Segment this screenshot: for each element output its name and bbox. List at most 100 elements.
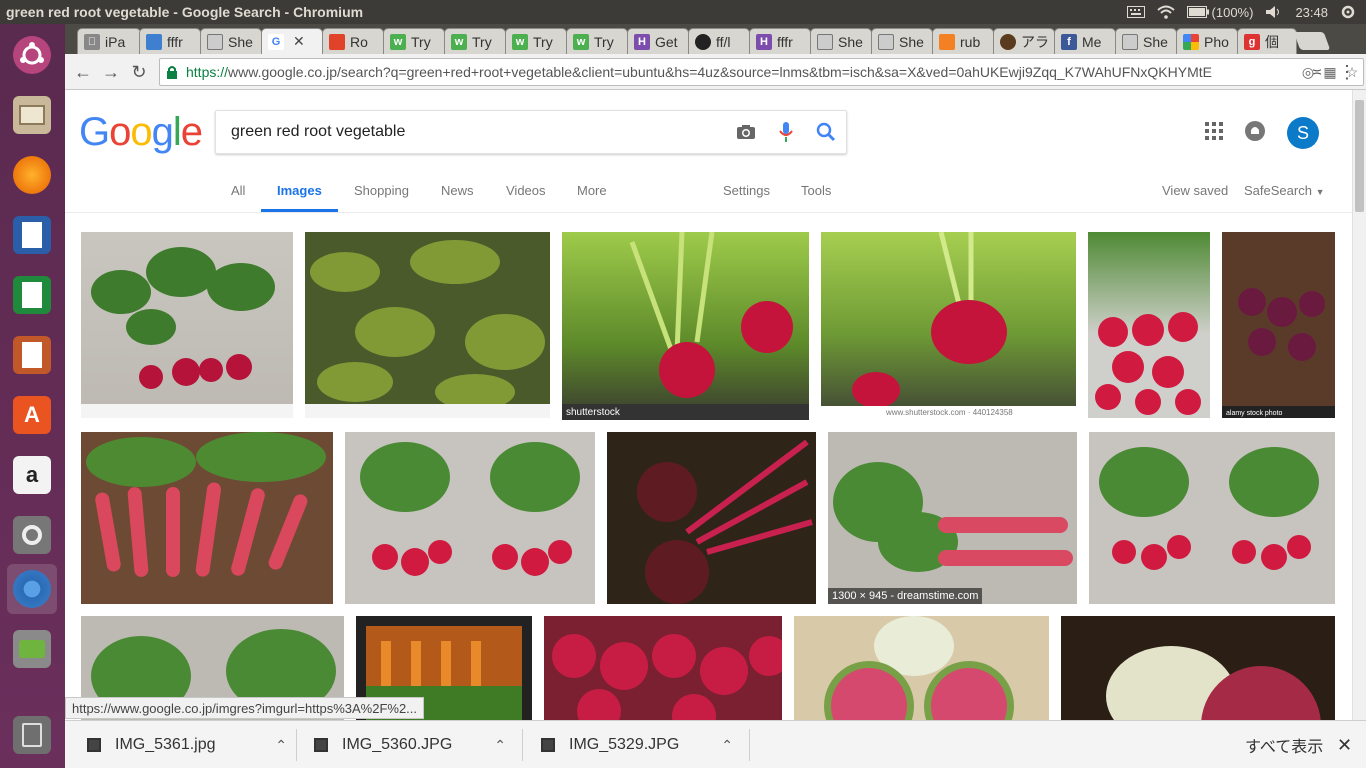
chevron-up-icon[interactable]: ⌃ <box>494 737 506 754</box>
g-icon: g <box>1244 33 1260 50</box>
writer-icon[interactable] <box>7 210 57 260</box>
tab[interactable]: g個 <box>1237 28 1297 54</box>
tab[interactable]: She <box>810 28 872 54</box>
tab[interactable]: Hfffr <box>749 28 811 54</box>
image-result[interactable] <box>794 616 1049 720</box>
reload-button[interactable]: ↻ <box>127 60 151 84</box>
impress-icon[interactable] <box>7 330 57 380</box>
system-settings-icon[interactable] <box>7 510 57 560</box>
safesearch-dropdown[interactable]: SafeSearch ▼ <box>1244 182 1324 212</box>
tab-active[interactable]: G ✕ <box>261 28 323 54</box>
tab-settings[interactable]: Settings <box>723 182 770 212</box>
tab[interactable]: ff/l <box>688 28 750 54</box>
battery-indicator[interactable]: (100%) <box>1186 5 1253 20</box>
view-saved-link[interactable]: View saved <box>1162 182 1228 212</box>
amazon-icon[interactable]: a <box>7 450 57 500</box>
image-result[interactable]: 1300 × 945 - dreamstime.com <box>828 432 1077 604</box>
search-icon[interactable] <box>806 122 846 142</box>
search-input[interactable]: green red root vegetable <box>231 123 726 141</box>
chevron-up-icon[interactable]: ⌃ <box>275 737 287 754</box>
menu-icon[interactable]: ⋮ <box>1335 60 1359 84</box>
download-item[interactable]: IMG_5361.jpg ⌃ <box>87 721 287 769</box>
tab[interactable]: f Me <box>1054 28 1116 54</box>
search-nav: All Images Shopping News Videos More Set… <box>65 180 1352 213</box>
disk-usage-icon[interactable] <box>7 624 57 674</box>
ubuntu-dash-icon[interactable] <box>7 30 57 80</box>
image-result[interactable]: www.shutterstock.com · 440124358 <box>821 232 1076 418</box>
document-icon <box>1122 33 1138 50</box>
image-result[interactable] <box>1088 232 1210 418</box>
image-result[interactable]: shutterstock <box>562 232 809 420</box>
gear-icon[interactable] <box>1340 4 1356 20</box>
tab[interactable]: アラ <box>993 28 1055 54</box>
firefox-icon[interactable] <box>7 150 57 200</box>
tab[interactable]: Ro <box>322 28 384 54</box>
image-result[interactable] <box>81 432 333 604</box>
address-bar[interactable]: https://www.google.co.jp/search?q=green+… <box>159 58 1364 86</box>
microphone-icon[interactable] <box>766 121 806 143</box>
show-all-downloads-link[interactable]: すべて表示 <box>1245 721 1323 769</box>
tab[interactable]: She <box>200 28 262 54</box>
tab[interactable]: w Try <box>444 28 506 54</box>
search-box[interactable]: green red root vegetable <box>215 110 847 154</box>
notifications-bell-icon[interactable] <box>1245 120 1265 146</box>
image-result[interactable] <box>544 616 782 720</box>
image-result[interactable] <box>305 232 550 418</box>
tab-tools[interactable]: Tools <box>801 182 831 212</box>
apps-grid-icon[interactable] <box>1205 121 1223 145</box>
close-icon[interactable]: ✕ <box>1337 721 1352 769</box>
safesearch-label: SafeSearch <box>1244 183 1312 198</box>
tab-shopping[interactable]: Shopping <box>354 182 409 212</box>
tab[interactable]: She <box>871 28 933 54</box>
image-file-icon <box>87 738 101 752</box>
tab-images[interactable]: Images <box>261 182 338 212</box>
tab-news[interactable]: News <box>441 182 474 212</box>
image-result[interactable]: alamy stock photo <box>1222 232 1335 418</box>
download-item[interactable]: IMG_5329.JPG ⌃ <box>541 721 733 769</box>
trash-icon[interactable] <box>7 710 57 760</box>
camera-icon[interactable] <box>726 124 766 140</box>
wifi-icon[interactable] <box>1156 5 1175 19</box>
tab[interactable]: w Try <box>505 28 567 54</box>
scrollbar-thumb[interactable] <box>1355 100 1364 212</box>
download-item[interactable]: IMG_5360.JPG ⌃ <box>314 721 506 769</box>
scrollbar[interactable] <box>1352 90 1366 720</box>
top-panel: green red root vegetable - Google Search… <box>0 0 1366 24</box>
avatar[interactable]: S <box>1287 117 1319 149</box>
chevron-up-icon[interactable]: ⌃ <box>721 737 733 754</box>
chromium-icon[interactable] <box>7 564 57 614</box>
close-icon[interactable]: ✕ <box>293 33 305 50</box>
tab-videos[interactable]: Videos <box>506 182 546 212</box>
tab[interactable]: Pho <box>1176 28 1238 54</box>
google-logo[interactable]: Google <box>79 110 203 155</box>
tab-more[interactable]: More <box>577 182 607 212</box>
software-center-icon[interactable]: A <box>7 390 57 440</box>
tab-all[interactable]: All <box>231 182 245 212</box>
clock[interactable]: 23:48 <box>1295 5 1328 20</box>
new-tab-button[interactable] <box>1293 32 1331 50</box>
tab[interactable]: fffr <box>139 28 201 54</box>
volume-icon[interactable] <box>1265 5 1283 19</box>
apple-icon:  <box>84 33 100 50</box>
image-result[interactable] <box>1089 432 1335 604</box>
tab[interactable]:  iPa <box>77 28 141 54</box>
forward-button[interactable]: → <box>99 60 123 84</box>
w3-icon: w <box>512 33 528 50</box>
launcher: A a <box>0 24 65 768</box>
image-result[interactable] <box>1061 616 1335 720</box>
image-result[interactable] <box>81 232 293 418</box>
image-result[interactable] <box>607 432 816 604</box>
keyboard-icon[interactable] <box>1126 6 1145 18</box>
tab-strip: iPa fffr She G✕ Ro wTry wTry wTry wTry … <box>65 24 1366 54</box>
files-icon[interactable] <box>7 90 57 140</box>
tab[interactable]: w Try <box>566 28 628 54</box>
tab[interactable]: w Try <box>383 28 445 54</box>
tab-label: She <box>838 33 863 50</box>
tab[interactable]: She <box>1115 28 1177 54</box>
tab[interactable]: H Get <box>627 28 689 54</box>
calc-icon[interactable] <box>7 270 57 320</box>
tab[interactable]: rub <box>932 28 994 54</box>
extension-icon[interactable]: ≍ <box>1305 60 1329 84</box>
back-button[interactable]: ← <box>71 60 95 84</box>
image-result[interactable] <box>345 432 595 604</box>
